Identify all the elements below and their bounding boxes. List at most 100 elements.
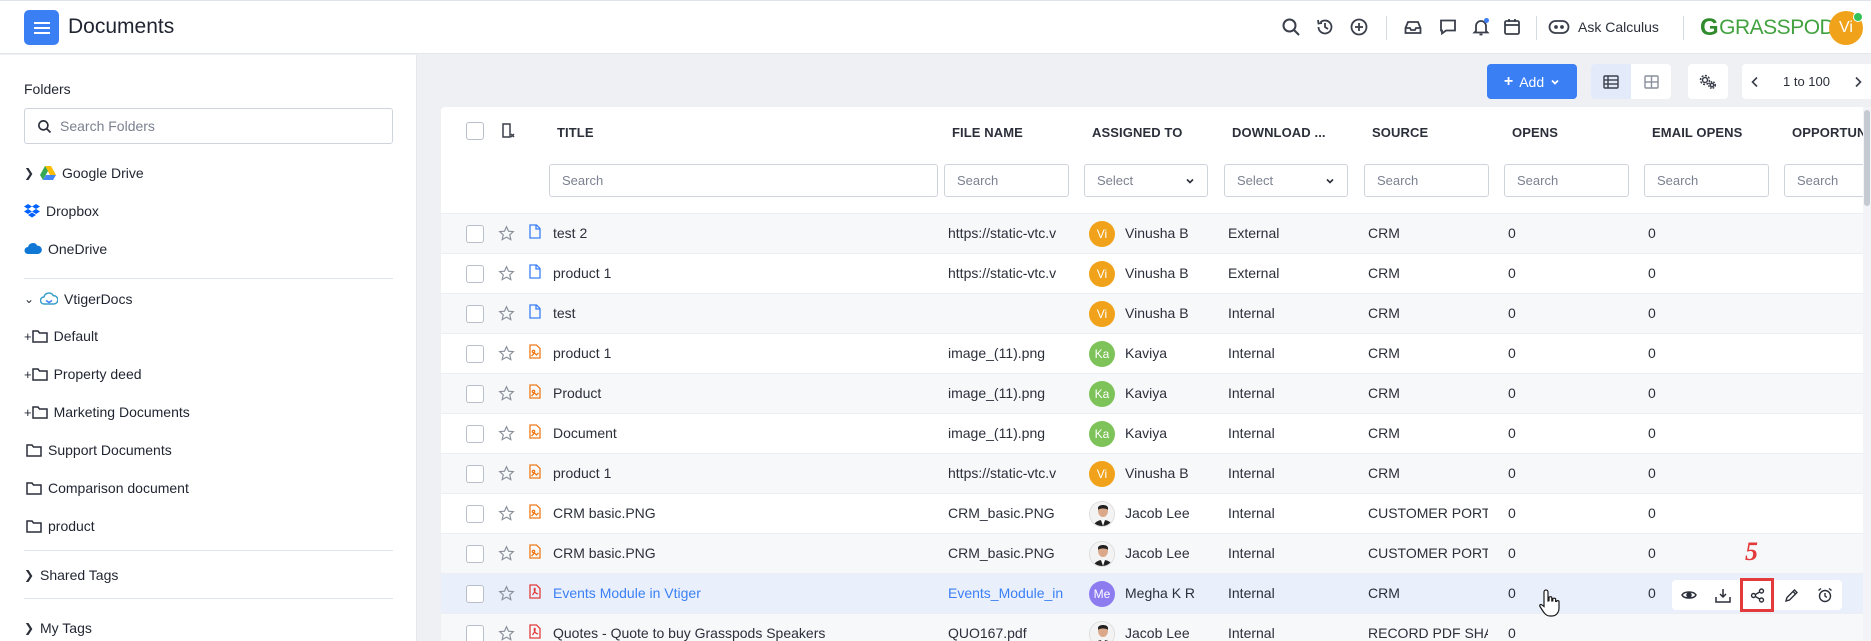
list-settings-button[interactable] [1688,64,1728,99]
table-row[interactable]: product 1 https://static-vtc.v Vi Vinusha B… [441,253,1871,293]
col-file-name[interactable]: FILE NAME [952,125,1023,140]
row-checkbox[interactable] [466,225,484,243]
col-email-opens[interactable]: EMAIL OPENS [1652,125,1742,140]
list-view-button[interactable] [1591,64,1631,99]
doc-title[interactable]: CRM basic.PNG [553,505,933,521]
history-button[interactable] [1313,15,1337,39]
opens-search-input[interactable] [1517,173,1616,188]
doc-title[interactable]: Events Module in Vtiger [553,585,933,601]
folder-default[interactable]: + Default [24,325,98,347]
table-row[interactable]: CRM basic.PNG CRM_basic.PNG Jacob Lee Inter… [441,493,1871,533]
star-icon[interactable] [498,385,515,402]
chevron-down-icon[interactable]: ⌄ [24,292,34,306]
table-row[interactable]: Events Module in Vtiger Events_Module_in M… [441,573,1871,613]
chevron-left-icon[interactable] [1750,76,1760,88]
chat-button[interactable] [1436,15,1460,39]
edit-button[interactable] [1778,582,1804,608]
share-button[interactable] [1740,578,1774,612]
folder-product[interactable]: product [26,515,95,537]
shared-tags-toggle[interactable]: ❯ Shared Tags [24,564,118,586]
reminder-button[interactable] [1812,582,1838,608]
download-button[interactable] [1710,582,1736,608]
doc-file-name[interactable]: image_(11).png [948,345,1068,361]
folder-dropbox[interactable]: Dropbox [24,200,99,222]
row-checkbox[interactable] [466,625,484,641]
table-row[interactable]: test 2 https://static-vtc.v Vi Vinusha B Ext… [441,213,1871,253]
folder-onedrive[interactable]: OneDrive [24,238,107,260]
grid-view-button[interactable] [1631,64,1671,99]
inbox-button[interactable] [1401,15,1425,39]
table-row[interactable]: test Vi Vinusha B Internal CRM 0 0 [441,293,1871,333]
doc-title[interactable]: Quotes - Quote to buy Grasspods Speakers [553,625,933,641]
menu-button[interactable] [24,10,59,45]
title-search-input[interactable] [562,173,925,188]
row-checkbox[interactable] [466,505,484,523]
star-icon[interactable] [498,505,515,522]
star-icon[interactable] [498,305,515,322]
star-icon[interactable] [498,585,515,602]
scrollbar-thumb[interactable] [1864,110,1870,206]
chevron-right-icon[interactable]: ❯ [24,621,34,635]
row-checkbox[interactable] [466,385,484,403]
star-icon[interactable] [498,625,515,641]
col-opens[interactable]: OPENS [1512,125,1558,140]
doc-title[interactable]: product 1 [553,265,933,281]
folder-google-drive[interactable]: ❯ Google Drive [24,162,144,184]
my-tags-toggle[interactable]: ❯ My Tags [24,617,92,639]
folder-support-documents[interactable]: Support Documents [26,439,172,461]
table-scrollbar[interactable] [1863,107,1871,641]
plus-icon[interactable]: + [24,405,32,420]
row-checkbox[interactable] [466,585,484,603]
table-row[interactable]: product 1 image_(11).png Ka Kaviya Internal C… [441,333,1871,373]
user-avatar[interactable]: Vi [1829,11,1863,45]
add-button[interactable]: + Add [1487,64,1577,99]
calendar-button[interactable] [1500,15,1524,39]
doc-file-name[interactable]: CRM_basic.PNG [948,505,1068,521]
col-download[interactable]: DOWNLOAD ... [1232,125,1326,140]
doc-file-name[interactable]: QUO167.pdf [948,625,1068,641]
download-filter[interactable]: Select [1224,164,1348,197]
star-icon[interactable] [498,545,515,562]
col-title[interactable]: TITLE [557,125,594,140]
folder-marketing-documents[interactable]: + Marketing Documents [24,401,190,423]
row-checkbox[interactable] [466,265,484,283]
select-all-checkbox[interactable] [466,122,484,140]
column-config-icon[interactable] [501,123,515,139]
row-checkbox[interactable] [466,345,484,363]
chevron-right-icon[interactable] [1853,76,1863,88]
doc-file-name[interactable]: CRM_basic.PNG [948,545,1068,561]
source-search-input[interactable] [1377,173,1476,188]
star-icon[interactable] [498,225,515,242]
star-icon[interactable] [498,345,515,362]
col-source[interactable]: SOURCE [1372,125,1428,140]
star-icon[interactable] [498,265,515,282]
folder-search-input[interactable] [60,118,360,134]
doc-file-name[interactable]: image_(11).png [948,425,1068,441]
plus-icon[interactable]: + [24,329,32,344]
folder-vtigerdocs[interactable]: ⌄ VtigerDocs [24,288,133,310]
col-opportunity[interactable]: OPPORTUN [1792,125,1866,140]
doc-file-name[interactable]: https://static-vtc.v [948,265,1068,281]
chevron-right-icon[interactable]: ❯ [24,568,34,582]
doc-title[interactable]: Product [553,385,933,401]
col-assigned-to[interactable]: ASSIGNED TO [1092,125,1182,140]
row-checkbox[interactable] [466,465,484,483]
notifications-button[interactable] [1469,15,1493,39]
star-icon[interactable] [498,465,515,482]
quick-create-button[interactable] [1347,15,1371,39]
email-opens-search-input[interactable] [1657,173,1756,188]
row-checkbox[interactable] [466,305,484,323]
doc-title[interactable]: test 2 [553,225,933,241]
ask-calculus-button[interactable]: Ask Calculus [1548,15,1659,39]
table-row[interactable]: product 1 https://static-vtc.v Vi Vinusha B… [441,453,1871,493]
doc-file-name[interactable]: https://static-vtc.v [948,465,1068,481]
doc-file-name[interactable]: image_(11).png [948,385,1068,401]
doc-title[interactable]: CRM basic.PNG [553,545,933,561]
doc-title[interactable]: product 1 [553,345,933,361]
doc-title[interactable]: product 1 [553,465,933,481]
star-icon[interactable] [498,425,515,442]
folder-property-deed[interactable]: + Property deed [24,363,142,385]
chevron-right-icon[interactable]: ❯ [24,166,34,180]
table-row[interactable]: Quotes - Quote to buy Grasspods Speakers… [441,613,1871,641]
preview-button[interactable] [1676,582,1702,608]
